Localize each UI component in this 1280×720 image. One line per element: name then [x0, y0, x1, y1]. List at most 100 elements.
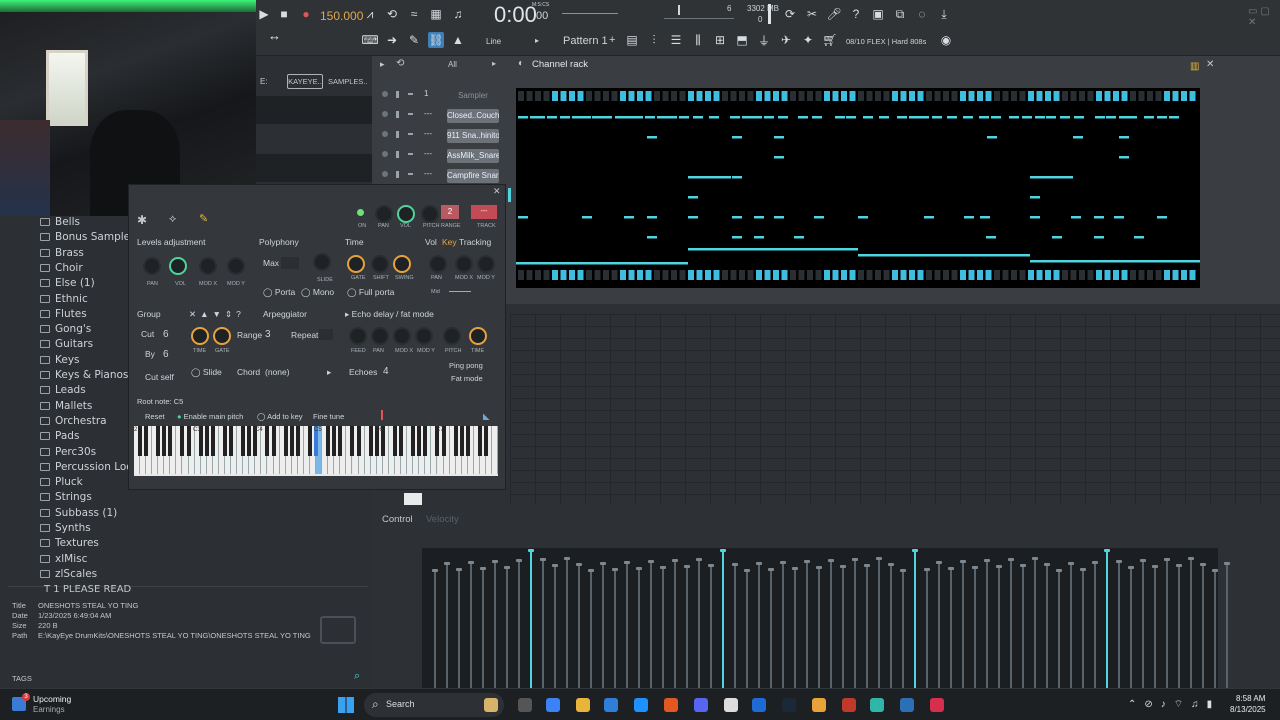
black-key[interactable] [459, 426, 464, 456]
black-key[interactable] [180, 426, 185, 456]
step-button[interactable] [943, 270, 949, 280]
step-note[interactable] [1144, 116, 1154, 119]
velocity-bar[interactable] [1106, 550, 1108, 688]
rack-undo-icon[interactable]: ⟲ [396, 58, 404, 69]
step-note[interactable] [572, 116, 582, 119]
echoes-value[interactable]: 4 [383, 366, 389, 377]
velocity-handle[interactable] [552, 564, 558, 567]
rack-menu-icon[interactable]: ▸ [380, 59, 385, 70]
step-button[interactable] [1070, 91, 1077, 101]
step-note[interactable] [688, 216, 698, 219]
channel-vol-knob[interactable] [408, 113, 413, 115]
step-button[interactable] [586, 91, 592, 101]
step-button[interactable] [1028, 91, 1034, 101]
step-button[interactable] [645, 91, 652, 101]
taskbar-fl-alt-icon[interactable] [842, 698, 856, 712]
step-note[interactable] [963, 116, 973, 119]
filter-arrow-icon[interactable]: ▸ [492, 59, 496, 68]
step-note[interactable] [1169, 116, 1179, 119]
black-key[interactable] [222, 426, 227, 456]
step-note[interactable] [688, 248, 858, 251]
polyphony-max-field[interactable] [281, 257, 299, 269]
velocity-handle[interactable] [600, 562, 606, 565]
velocity-handle[interactable] [456, 568, 462, 571]
step-note[interactable] [732, 176, 742, 179]
stop-icon[interactable]: ■ [276, 6, 292, 22]
arrow-icon[interactable]: ➜ [384, 32, 400, 48]
black-key[interactable] [156, 426, 161, 456]
track-modx-knob[interactable] [455, 255, 473, 273]
step-button[interactable] [1181, 270, 1187, 280]
step-button[interactable] [994, 270, 1000, 280]
step-note[interactable] [657, 116, 667, 119]
levels-modx-knob[interactable] [199, 257, 217, 275]
browser-folder-item[interactable]: Brass [40, 247, 84, 259]
chord-select[interactable]: (none) [265, 367, 290, 377]
velocity-bar[interactable] [758, 563, 760, 688]
step-button[interactable] [841, 270, 847, 280]
velocity-handle[interactable] [936, 561, 942, 564]
velocity-handle[interactable] [492, 560, 498, 563]
step-button[interactable] [645, 270, 652, 280]
black-key[interactable] [295, 426, 300, 456]
velocity-bar[interactable] [530, 550, 532, 688]
step-button[interactable] [577, 270, 584, 280]
velocity-bar[interactable] [782, 562, 784, 688]
step-note[interactable] [688, 196, 698, 199]
step-button[interactable] [1053, 91, 1060, 101]
step-note[interactable] [645, 116, 655, 119]
please-read-item[interactable]: T 1 PLEASE READ [44, 584, 131, 595]
channel-mute-led[interactable] [382, 111, 388, 117]
swing-knob[interactable] [393, 255, 411, 273]
arp-controls-icons[interactable]: ✕▲▼⇕? [189, 309, 245, 320]
wrench-icon[interactable]: ✱ [137, 213, 147, 227]
step-button[interactable] [1002, 91, 1009, 101]
velocity-handle[interactable] [636, 567, 642, 570]
step-button[interactable] [1019, 91, 1026, 101]
velocity-bar[interactable] [482, 568, 484, 688]
taskbar-store-icon[interactable] [634, 698, 648, 712]
step-button[interactable] [688, 270, 694, 280]
add-to-key-check[interactable]: ◯ Add to key [257, 412, 303, 421]
velocity-bar[interactable] [938, 562, 940, 688]
step-button[interactable] [756, 91, 762, 101]
levels-pan-knob[interactable] [143, 257, 161, 275]
step-note[interactable] [754, 236, 764, 239]
pan-knob[interactable] [375, 205, 393, 223]
velocity-bar[interactable] [458, 569, 460, 688]
step-button[interactable] [594, 91, 601, 101]
velocity-handle[interactable] [624, 561, 630, 564]
step-note[interactable] [987, 136, 997, 139]
velocity-handle[interactable] [792, 567, 798, 570]
playlist-icon[interactable]: ▤ [624, 32, 640, 48]
velocity-handle[interactable] [1092, 561, 1098, 564]
velocity-handle[interactable] [852, 558, 858, 561]
velocity-handle[interactable] [708, 564, 714, 567]
step-note[interactable] [863, 116, 873, 119]
velocity-handle[interactable] [972, 566, 978, 569]
velocity-handle[interactable] [816, 566, 822, 569]
velocity-handle[interactable] [744, 569, 750, 572]
step-button[interactable] [917, 270, 924, 280]
arp-gate-knob[interactable] [213, 327, 231, 345]
velocity-handle[interactable] [696, 558, 702, 561]
step-note[interactable] [774, 136, 784, 139]
velocity-bar[interactable] [734, 564, 736, 688]
step-button[interactable] [1028, 270, 1034, 280]
step-note[interactable] [932, 116, 942, 119]
step-note[interactable] [846, 116, 856, 119]
step-button[interactable] [807, 270, 813, 280]
step-note[interactable] [1071, 216, 1081, 219]
step-button[interactable] [1181, 91, 1187, 101]
tray-icons[interactable]: ⌃⊘♪⌔♫▮ [1128, 698, 1220, 711]
velocity-handle[interactable] [828, 559, 834, 562]
velocity-handle[interactable] [660, 566, 666, 569]
black-key[interactable] [162, 426, 167, 456]
step-button[interactable] [713, 91, 720, 101]
step-edit-icon[interactable]: ▦ [428, 6, 444, 22]
step-button[interactable] [1113, 91, 1119, 101]
channel-mute-led[interactable] [382, 131, 388, 137]
step-button[interactable] [543, 91, 550, 101]
step-button[interactable] [1155, 270, 1162, 280]
step-button[interactable] [773, 270, 779, 280]
